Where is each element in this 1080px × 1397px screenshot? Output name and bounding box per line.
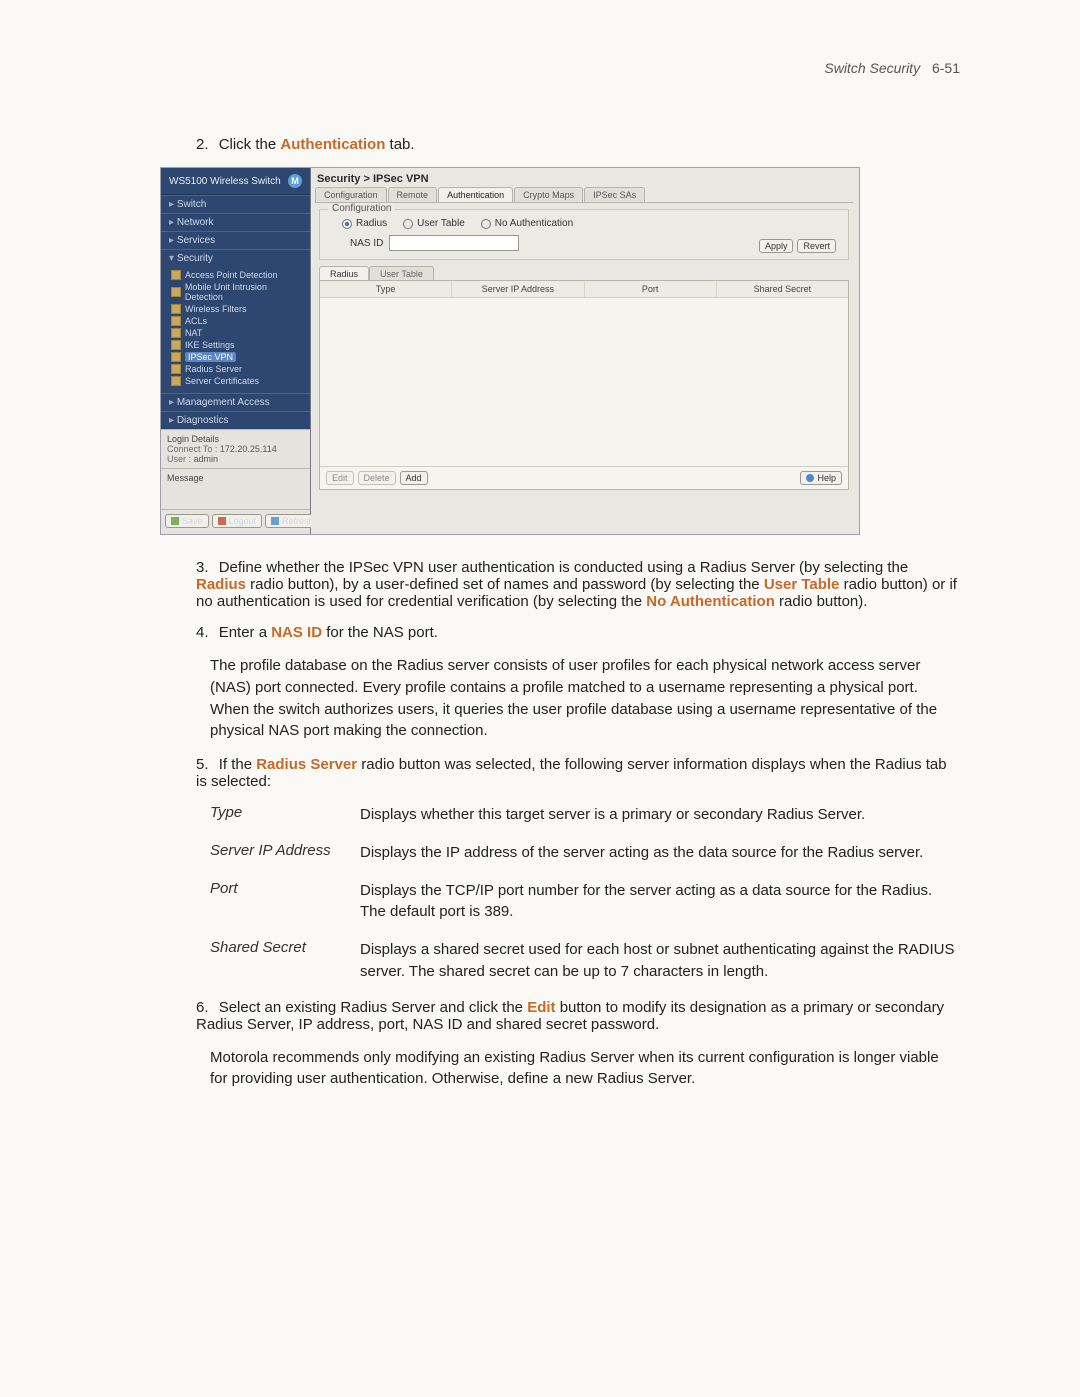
def-term: Server IP Address	[210, 842, 360, 864]
tree-nat[interactable]: NAT	[171, 327, 306, 339]
radio-user-table[interactable]: User Table	[403, 218, 465, 229]
def-def: Displays the IP address of the server ac…	[360, 842, 960, 864]
save-icon	[171, 517, 179, 525]
page-header: Switch Security 6-51	[160, 60, 960, 76]
tree-ipsec[interactable]: IPSec VPN	[171, 351, 306, 363]
step-3: 3. Define whether the IPSec VPN user aut…	[196, 559, 960, 610]
def-term: Port	[210, 880, 360, 924]
apply-button[interactable]: Apply	[759, 239, 794, 253]
step-6: 6. Select an existing Radius Server and …	[196, 999, 960, 1033]
login-details: Login Details Connect To : 172.20.25.114…	[161, 429, 310, 468]
config-legend: Configuration	[328, 203, 395, 214]
radius-table: Type Server IP Address Port Shared Secre…	[319, 280, 849, 490]
step-6-para: Motorola recommends only modifying an ex…	[210, 1047, 960, 1091]
col-server-ip[interactable]: Server IP Address	[452, 281, 584, 297]
radio-dot-icon	[342, 219, 352, 229]
tree-icon	[171, 304, 181, 314]
tree-icon	[171, 376, 181, 386]
radio-no-auth[interactable]: No Authentication	[481, 218, 573, 229]
tree-icon	[171, 270, 181, 280]
message-box: Message	[161, 468, 310, 509]
tree-icon	[171, 364, 181, 374]
tree-icon	[171, 287, 181, 297]
logout-icon	[218, 517, 226, 525]
def-row: Type Displays whether this target server…	[210, 804, 960, 826]
tree-cert[interactable]: Server Certificates	[171, 375, 306, 387]
save-button[interactable]: Save	[165, 514, 209, 528]
delete-button[interactable]: Delete	[358, 471, 396, 485]
definitions: Type Displays whether this target server…	[210, 804, 960, 983]
nav-mgmt[interactable]: Management Access	[161, 393, 310, 411]
tab-ipsec-sas[interactable]: IPSec SAs	[584, 187, 645, 202]
tree-icon	[171, 340, 181, 350]
tree-ike[interactable]: IKE Settings	[171, 339, 306, 351]
def-row: Shared Secret Displays a shared secret u…	[210, 939, 960, 983]
radio-radius[interactable]: Radius	[342, 218, 387, 229]
tree-radius[interactable]: Radius Server	[171, 363, 306, 375]
def-def: Displays the TCP/IP port number for the …	[360, 880, 960, 924]
step-2: 2. Click the Authentication tab.	[196, 136, 960, 153]
brand-logo-icon: M	[288, 174, 302, 188]
logout-button[interactable]: Logout	[212, 514, 263, 528]
step-4-para: The profile database on the Radius serve…	[210, 655, 960, 742]
table-body	[320, 298, 848, 466]
subtab-radius[interactable]: Radius	[319, 266, 369, 281]
nav-services[interactable]: Services	[161, 231, 310, 249]
tree-icon	[171, 328, 181, 338]
radio-dot-icon	[403, 219, 413, 229]
header-section: Switch Security	[824, 60, 920, 76]
nas-id-label: NAS ID	[350, 238, 383, 249]
table-header: Type Server IP Address Port Shared Secre…	[320, 281, 848, 298]
breadcrumb: Security > IPSec VPN	[315, 170, 853, 187]
nav-network[interactable]: Network	[161, 213, 310, 231]
tab-crypto-maps[interactable]: Crypto Maps	[514, 187, 583, 202]
table-footer: Edit Delete Add Help	[320, 466, 848, 489]
tree-apd[interactable]: Access Point Detection	[171, 269, 306, 281]
ui-screenshot: WS5100 Wireless Switch M Switch Network …	[160, 167, 860, 535]
add-button[interactable]: Add	[400, 471, 428, 485]
def-term: Type	[210, 804, 360, 826]
refresh-icon	[271, 517, 279, 525]
tab-authentication[interactable]: Authentication	[438, 187, 513, 202]
tree-icon	[171, 316, 181, 326]
sub-tabs: Radius User Table	[319, 266, 849, 281]
def-term: Shared Secret	[210, 939, 360, 983]
edit-button[interactable]: Edit	[326, 471, 354, 485]
col-type[interactable]: Type	[320, 281, 452, 297]
tree-acls[interactable]: ACLs	[171, 315, 306, 327]
col-port[interactable]: Port	[585, 281, 717, 297]
security-tree: Access Point Detection Mobile Unit Intru…	[161, 267, 310, 393]
def-row: Server IP Address Displays the IP addres…	[210, 842, 960, 864]
step-5: 5. If the Radius Server radio button was…	[196, 756, 960, 790]
brand-bar: WS5100 Wireless Switch M	[161, 168, 310, 195]
help-icon	[806, 474, 814, 482]
step-4: 4. Enter a NAS ID for the NAS port.	[196, 624, 960, 641]
main-pane: Security > IPSec VPN Configuration Remot…	[311, 168, 859, 534]
sidebar-bottom-buttons: Save Logout Refresh	[161, 509, 310, 534]
tab-remote[interactable]: Remote	[388, 187, 438, 202]
auth-radio-row: Radius User Table No Authentication	[342, 218, 836, 229]
col-shared-secret[interactable]: Shared Secret	[717, 281, 848, 297]
tab-configuration[interactable]: Configuration	[315, 187, 387, 202]
brand-name: WS5100 Wireless Switch	[169, 176, 281, 187]
def-row: Port Displays the TCP/IP port number for…	[210, 880, 960, 924]
revert-button[interactable]: Revert	[797, 239, 836, 253]
nav-security[interactable]: Security	[161, 249, 310, 267]
header-pageref: 6-51	[932, 60, 960, 76]
content-tabs: Configuration Remote Authentication Cryp…	[315, 187, 853, 203]
sidebar: WS5100 Wireless Switch M Switch Network …	[161, 168, 311, 534]
def-def: Displays a shared secret used for each h…	[360, 939, 960, 983]
config-fieldset: Configuration Radius User Table No Authe…	[319, 209, 849, 260]
tree-icon	[171, 352, 181, 362]
tree-wf[interactable]: Wireless Filters	[171, 303, 306, 315]
def-def: Displays whether this target server is a…	[360, 804, 960, 826]
nav-switch[interactable]: Switch	[161, 195, 310, 213]
radio-dot-icon	[481, 219, 491, 229]
tree-muid[interactable]: Mobile Unit Intrusion Detection	[171, 281, 306, 303]
help-button[interactable]: Help	[800, 471, 842, 485]
subtab-user-table[interactable]: User Table	[369, 266, 434, 281]
nav-diag[interactable]: Diagnostics	[161, 411, 310, 429]
nas-id-input[interactable]	[389, 235, 519, 251]
